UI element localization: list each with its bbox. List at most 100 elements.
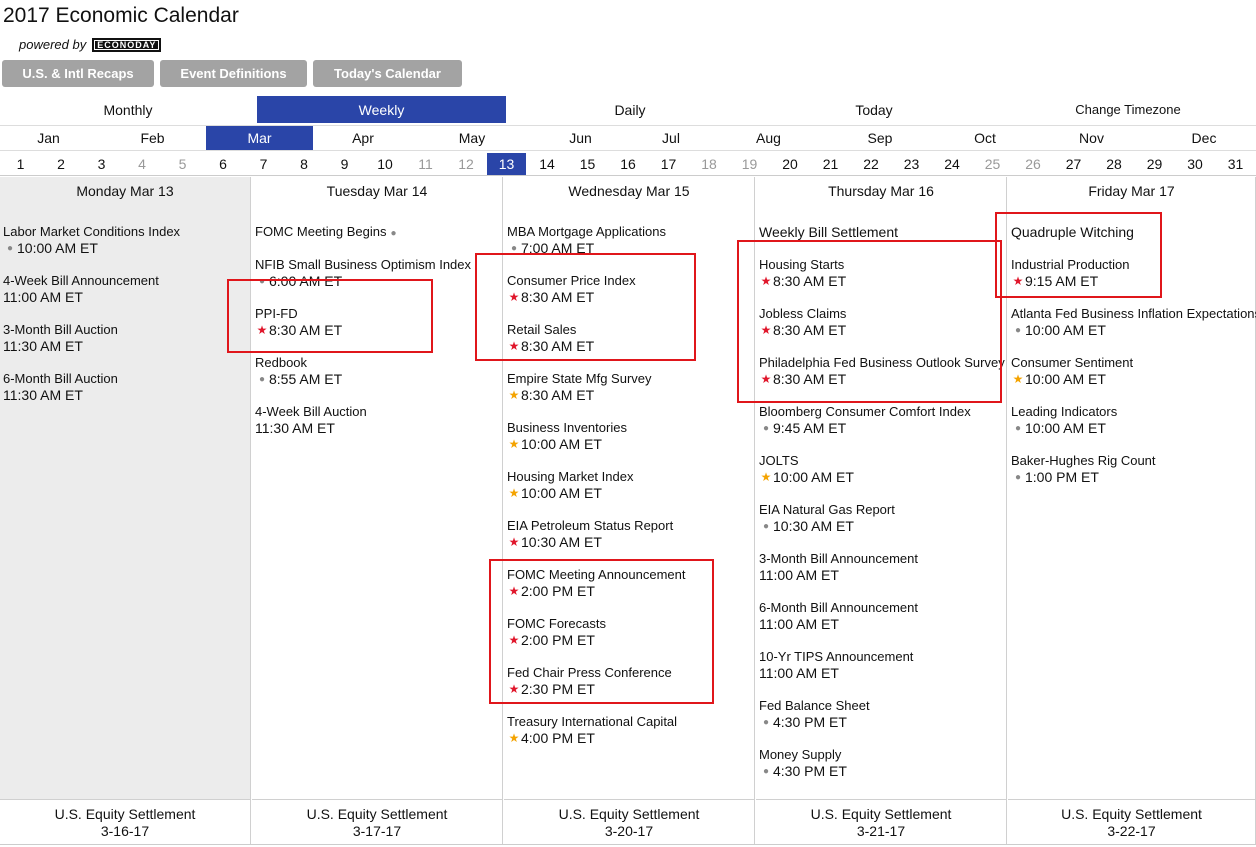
event-item[interactable]: Fed Chair Press Conference ★ 2:30 PM ET [507,665,685,714]
tab-today[interactable]: Today [754,96,994,123]
event-item[interactable]: 4-Week Bill Auction 11:30 AM ET [255,404,471,453]
day-23[interactable]: 23 [892,153,931,175]
event-definitions-button[interactable]: Event Definitions [160,60,307,87]
event-name[interactable]: EIA Petroleum Status Report [507,518,673,533]
event-name[interactable]: 4-Week Bill Announcement [3,273,159,288]
day-28[interactable]: 28 [1095,153,1134,175]
event-name[interactable]: 6-Month Bill Announcement [759,600,918,615]
event-name[interactable]: 10-Yr TIPS Announcement [759,649,913,664]
event-item[interactable]: 4-Week Bill Announcement 11:00 AM ET [3,273,180,322]
day-6[interactable]: 6 [204,153,243,175]
day-19[interactable]: 19 [730,153,769,175]
event-name[interactable]: Weekly Bill Settlement [759,224,898,240]
month-mar[interactable]: Mar [206,126,313,150]
event-item[interactable]: Baker-Hughes Rig Count ● 1:00 PM ET [1011,453,1256,502]
day-22[interactable]: 22 [852,153,891,175]
event-item[interactable]: Housing Market Index ★ 10:00 AM ET [507,469,685,518]
event-name[interactable]: MBA Mortgage Applications [507,224,666,239]
day-2[interactable]: 2 [42,153,81,175]
event-name[interactable]: Industrial Production [1011,257,1130,272]
day-16[interactable]: 16 [609,153,648,175]
month-sep[interactable]: Sep [825,126,935,150]
todays-calendar-button[interactable]: Today's Calendar [313,60,462,87]
day-21[interactable]: 21 [811,153,850,175]
tab-daily[interactable]: Daily [506,96,754,123]
event-name[interactable]: 6-Month Bill Auction [3,371,118,386]
day-3[interactable]: 3 [82,153,121,175]
event-item[interactable]: EIA Petroleum Status Report ★ 10:30 AM ET [507,518,685,567]
tab-monthly[interactable]: Monthly [3,96,253,123]
event-name[interactable]: 3-Month Bill Auction [3,322,118,337]
event-name[interactable]: Consumer Price Index [507,273,636,288]
month-may[interactable]: May [413,126,531,150]
event-item[interactable]: 3-Month Bill Auction 11:30 AM ET [3,322,180,371]
event-name[interactable]: Empire State Mfg Survey [507,371,652,386]
event-item[interactable]: Quadruple Witching [1011,224,1256,257]
event-item[interactable]: Retail Sales ★ 8:30 AM ET [507,322,685,371]
event-name[interactable]: Fed Chair Press Conference [507,665,672,680]
event-name[interactable]: Business Inventories [507,420,627,435]
day-7[interactable]: 7 [244,153,283,175]
event-item[interactable]: EIA Natural Gas Report ● 10:30 AM ET [759,502,1005,551]
event-item[interactable]: FOMC Forecasts ★ 2:00 PM ET [507,616,685,665]
event-name[interactable]: Jobless Claims [759,306,846,321]
day-9[interactable]: 9 [325,153,364,175]
day-8[interactable]: 8 [285,153,324,175]
event-item[interactable]: Consumer Sentiment ★ 10:00 AM ET [1011,355,1256,404]
event-item[interactable]: JOLTS ★ 10:00 AM ET [759,453,1005,502]
event-item[interactable]: Weekly Bill Settlement [759,224,1005,257]
event-item[interactable]: Leading Indicators ● 10:00 AM ET [1011,404,1256,453]
month-aug[interactable]: Aug [712,126,825,150]
event-name[interactable]: Labor Market Conditions Index [3,224,180,239]
tab-weekly[interactable]: Weekly [257,96,506,123]
event-item[interactable]: PPI-FD ★ 8:30 AM ET [255,306,471,355]
event-item[interactable]: Treasury International Capital ★ 4:00 PM E… [507,714,685,763]
event-name[interactable]: Treasury International Capital [507,714,677,729]
day-18[interactable]: 18 [690,153,729,175]
event-item[interactable]: 3-Month Bill Announcement 11:00 AM ET [759,551,1005,600]
month-apr[interactable]: Apr [313,126,413,150]
month-jan[interactable]: Jan [0,126,97,150]
event-name[interactable]: Philadelphia Fed Business Outlook Survey [759,355,1005,370]
day-15[interactable]: 15 [568,153,607,175]
day-14[interactable]: 14 [528,153,567,175]
us-intl-recaps-button[interactable]: U.S. & Intl Recaps [2,60,154,87]
day-30[interactable]: 30 [1176,153,1215,175]
event-name[interactable]: Consumer Sentiment [1011,355,1133,370]
event-item[interactable]: NFIB Small Business Optimism Index ● 6:00 … [255,257,471,306]
month-nov[interactable]: Nov [1035,126,1148,150]
event-item[interactable]: FOMC Meeting Begins ● [255,224,471,257]
event-name[interactable]: NFIB Small Business Optimism Index [255,257,471,272]
day-1[interactable]: 1 [1,153,40,175]
event-item[interactable]: Empire State Mfg Survey ★ 8:30 AM ET [507,371,685,420]
day-24[interactable]: 24 [933,153,972,175]
event-name[interactable]: Fed Balance Sheet [759,698,870,713]
event-item[interactable]: Fed Balance Sheet ● 4:30 PM ET [759,698,1005,747]
day-25[interactable]: 25 [973,153,1012,175]
day-29[interactable]: 29 [1135,153,1174,175]
month-dec[interactable]: Dec [1148,126,1256,150]
day-10[interactable]: 10 [366,153,405,175]
event-name[interactable]: Housing Starts [759,257,844,272]
event-name[interactable]: Quadruple Witching [1011,224,1134,240]
event-name[interactable]: EIA Natural Gas Report [759,502,895,517]
day-31[interactable]: 31 [1216,153,1255,175]
event-name[interactable]: FOMC Meeting Begins [255,224,387,239]
event-item[interactable]: MBA Mortgage Applications ● 7:00 AM ET [507,224,685,273]
event-item[interactable]: Atlanta Fed Business Inflation Expectati… [1011,306,1256,355]
event-item[interactable]: FOMC Meeting Announcement ★ 2:00 PM ET [507,567,685,616]
month-jun[interactable]: Jun [531,126,630,150]
event-item[interactable]: Consumer Price Index ★ 8:30 AM ET [507,273,685,322]
event-item[interactable]: Housing Starts ★ 8:30 AM ET [759,257,1005,306]
event-name[interactable]: FOMC Forecasts [507,616,606,631]
event-name[interactable]: Leading Indicators [1011,404,1117,419]
event-item[interactable]: 6-Month Bill Auction 11:30 AM ET [3,371,180,420]
event-item[interactable]: 6-Month Bill Announcement 11:00 AM ET [759,600,1005,649]
event-item[interactable]: Money Supply ● 4:30 PM ET [759,747,1005,796]
event-name[interactable]: Bloomberg Consumer Comfort Index [759,404,971,419]
day-20[interactable]: 20 [771,153,810,175]
econoday-logo[interactable]: ECONODAY [92,37,162,52]
day-27[interactable]: 27 [1054,153,1093,175]
event-item[interactable]: Bloomberg Consumer Comfort Index ● 9:45 AM… [759,404,1005,453]
event-name[interactable]: Atlanta Fed Business Inflation Expectati… [1011,306,1256,321]
